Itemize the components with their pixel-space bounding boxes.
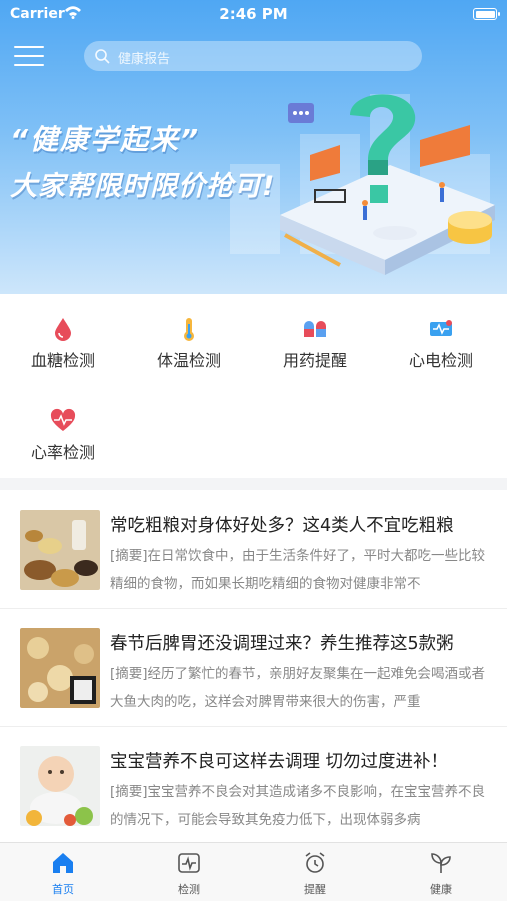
quick-action-label: 体温检测 xyxy=(156,351,221,370)
quick-action-medication[interactable]: 用药提醒 xyxy=(252,294,378,374)
article-summary: [摘要]宝宝营养不良会对其造成诸多不良影响，在宝宝营养不良的情况下，可能会导致其… xyxy=(110,784,486,828)
quick-action-label: 用药提醒 xyxy=(282,351,347,370)
status-bar: Carrier 2:46 PM xyxy=(0,0,507,28)
tab-label: 提醒 xyxy=(304,883,326,896)
menu-icon-line xyxy=(14,46,44,48)
heart-rate-icon xyxy=(50,408,76,431)
article-list: 常吃粗粮对身体好处多？这4类人不宜吃粗粮 [摘要]在日常饮食中，由于生活条件好了… xyxy=(0,490,507,842)
article-item[interactable]: 宝宝营养不良可这样去调理 切勿过度进补！ [摘要]宝宝营养不良会对其造成诸多不良… xyxy=(0,726,507,842)
menu-icon-line xyxy=(14,64,44,66)
article-thumbnail xyxy=(20,510,100,590)
quick-action-heart-rate[interactable]: 心率检测 xyxy=(0,386,126,466)
tab-health[interactable]: 健康 xyxy=(378,843,504,901)
article-thumbnail xyxy=(20,628,100,708)
search-placeholder: 健康报告 xyxy=(118,52,171,67)
pill-icon xyxy=(304,321,326,337)
quick-actions-grid: 血糖检测 体温检测 用药提醒 心电检测 心率检测 xyxy=(0,294,507,478)
home-icon xyxy=(53,853,73,873)
article-title: 常吃粗粮对身体好处多？这4类人不宜吃粗粮 xyxy=(110,516,454,536)
tab-reminder[interactable]: 提醒 xyxy=(252,843,378,901)
article-item[interactable]: 常吃粗粮对身体好处多？这4类人不宜吃粗粮 [摘要]在日常饮食中，由于生活条件好了… xyxy=(0,490,507,608)
banner-slogan-line1: “健康学起来” xyxy=(10,123,201,156)
quick-action-blood-sugar[interactable]: 血糖检测 xyxy=(0,294,126,374)
menu-icon-line xyxy=(14,55,44,57)
banner-slogan-line2: 大家帮限时限价抢可! xyxy=(10,171,276,202)
tab-label: 检测 xyxy=(178,883,200,896)
sprout-icon xyxy=(431,853,451,873)
menu-button[interactable] xyxy=(14,46,44,66)
article-title: 宝宝营养不良可这样去调理 切勿过度进补！ xyxy=(110,752,449,772)
article-thumbnail xyxy=(20,746,100,826)
tab-label: 健康 xyxy=(430,883,452,896)
tab-detect[interactable]: 检测 xyxy=(126,843,252,901)
ecg-monitor-icon xyxy=(430,320,452,336)
quick-action-label: 血糖检测 xyxy=(30,351,95,370)
article-summary: [摘要]在日常饮食中，由于生活条件好了，平时大都吃一些比较精细的食物，而如果长期… xyxy=(110,548,486,592)
search-icon xyxy=(95,49,110,64)
banner[interactable]: “健康学起来” 大家帮限时限价抢可! 健康报告 xyxy=(0,0,507,294)
thermometer-icon xyxy=(184,318,194,341)
status-time: 2:46 PM xyxy=(219,5,288,23)
quick-action-label: 心率检测 xyxy=(30,443,95,462)
quick-action-ecg[interactable]: 心电检测 xyxy=(378,294,504,374)
article-item[interactable]: 春节后脾胃还没调理过来？养生推荐这5款粥 [摘要]经历了繁忙的春节，亲朋好友聚集… xyxy=(0,608,507,726)
battery-icon xyxy=(473,8,500,20)
tab-home[interactable]: 首页 xyxy=(0,843,126,901)
alarm-clock-icon xyxy=(305,852,325,873)
quick-action-label: 心电检测 xyxy=(408,351,473,370)
quick-action-temperature[interactable]: 体温检测 xyxy=(126,294,252,374)
tab-bar: 首页 检测 提醒 健康 xyxy=(0,842,507,901)
search-bar[interactable]: 健康报告 xyxy=(84,41,422,71)
tab-label: 首页 xyxy=(52,883,74,896)
banner-illustration xyxy=(280,94,495,275)
article-summary: [摘要]经历了繁忙的春节，亲朋好友聚集在一起难免会喝酒或者大鱼大肉的吃，这样会对… xyxy=(110,666,486,710)
blood-drop-icon xyxy=(55,318,71,341)
article-title: 春节后脾胃还没调理过来？养生推荐这5款粥 xyxy=(110,634,454,654)
monitor-icon xyxy=(178,853,200,873)
